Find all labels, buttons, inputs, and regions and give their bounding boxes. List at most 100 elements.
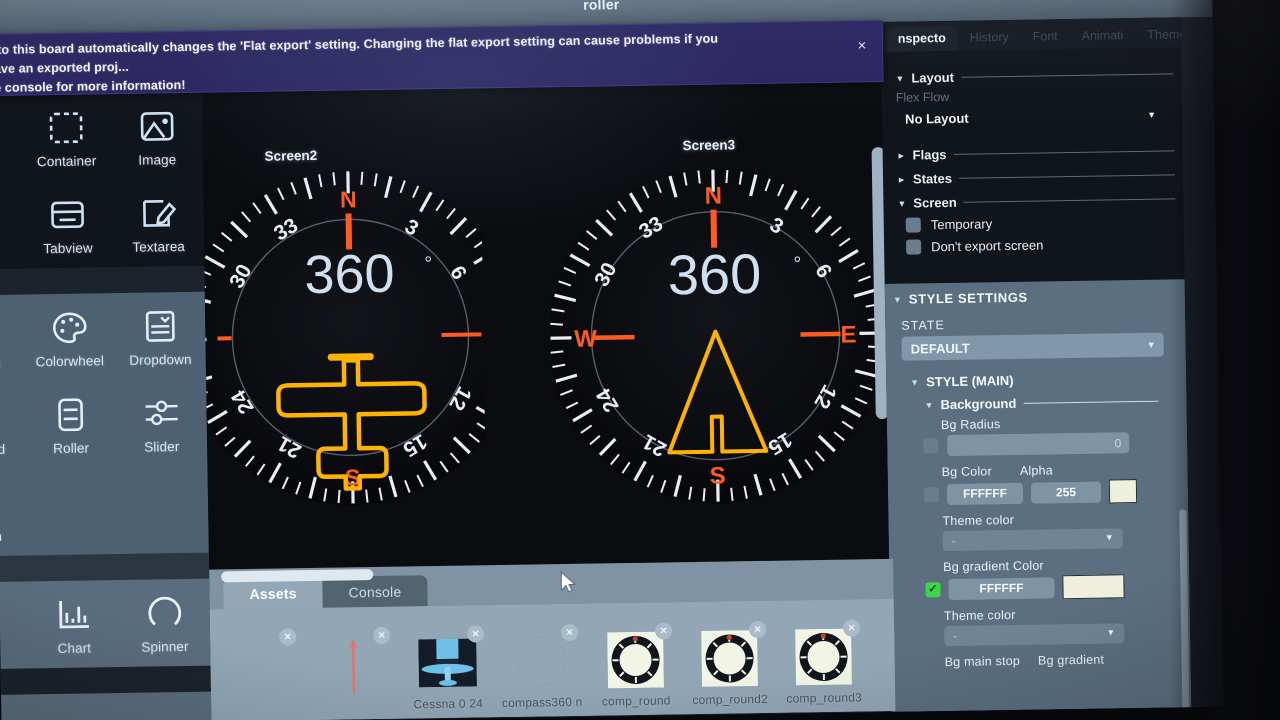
palette-item-keyboard[interactable]: eyboard bbox=[0, 382, 26, 470]
temporary-checkbox[interactable] bbox=[905, 217, 921, 233]
bg-gradient-color-input[interactable]: FFFFFF bbox=[948, 576, 1055, 600]
remove-asset-icon[interactable]: × bbox=[842, 619, 861, 637]
theme-color-select-2[interactable]: - ▼ bbox=[944, 623, 1125, 647]
palette-item-arc[interactable] bbox=[0, 581, 29, 669]
palette-item-chart[interactable]: Chart bbox=[28, 580, 120, 668]
monitor-photo: roller Screen2 3 6 12 15 21 24 30 33 N E… bbox=[0, 0, 1280, 720]
switch-icon bbox=[0, 481, 4, 526]
list-item[interactable]: × Cessna 0 24 bbox=[404, 619, 492, 718]
bottom-dock[interactable]: Assets Console × × × Cessna 0 24 × compa… bbox=[209, 558, 896, 720]
inspector-panel[interactable]: nspecto History Font Animati Themes ▼ La… bbox=[880, 17, 1192, 712]
gauge-screen2[interactable]: 3 6 12 15 21 24 30 33 N E S 360 ° bbox=[202, 165, 498, 515]
section-style-main[interactable]: ▼ STYLE (MAIN) bbox=[910, 370, 1176, 389]
image-icon bbox=[140, 111, 174, 141]
section-title: STYLE SETTINGS bbox=[908, 289, 1028, 307]
tab-font[interactable]: Font bbox=[1021, 24, 1068, 50]
remove-asset-icon[interactable]: × bbox=[654, 622, 673, 640]
inspector-tabbar[interactable]: nspecto History Font Animati Themes bbox=[880, 17, 1191, 53]
state-value: DEFAULT bbox=[910, 340, 970, 357]
close-icon[interactable]: × bbox=[854, 37, 870, 54]
remove-asset-icon[interactable]: × bbox=[560, 623, 579, 642]
palette-item-button[interactable]: utton bbox=[0, 95, 22, 183]
style-settings-panel[interactable]: ▼ STYLE SETTINGS STATE DEFAULT ▼ ▼ STYLE… bbox=[884, 279, 1192, 712]
palette-item-colorwheel[interactable]: Colorwheel bbox=[23, 293, 115, 381]
remove-asset-icon[interactable]: × bbox=[373, 626, 391, 645]
tab-themes[interactable]: Themes bbox=[1136, 22, 1191, 48]
bg-color-swatch[interactable] bbox=[1108, 479, 1138, 504]
alpha-input[interactable]: 255 bbox=[1030, 481, 1102, 504]
dont-export-checkbox[interactable] bbox=[906, 239, 922, 255]
section-states[interactable]: ► States bbox=[897, 167, 1176, 187]
temporary-row[interactable]: Temporary bbox=[905, 213, 1176, 233]
list-item[interactable]: × comp_round bbox=[592, 616, 680, 715]
assets-list[interactable]: × × × Cessna 0 24 × compass360 n × comp_… bbox=[209, 598, 896, 720]
bg-color-checkbox[interactable] bbox=[923, 486, 940, 502]
palette-item-textarea[interactable]: Textarea bbox=[112, 179, 204, 267]
palette-label: Switch bbox=[0, 528, 3, 545]
tab-history[interactable]: History bbox=[959, 25, 1020, 51]
palette-item-spinner[interactable]: Spinner bbox=[119, 579, 211, 667]
list-item[interactable]: × comp_round3 bbox=[780, 613, 868, 712]
state-select[interactable]: DEFAULT ▼ bbox=[901, 332, 1164, 361]
palette-label: Roller bbox=[53, 440, 90, 457]
remove-asset-icon[interactable]: × bbox=[748, 620, 767, 639]
palette-item-screen[interactable] bbox=[0, 694, 31, 720]
section-title: STYLE (MAIN) bbox=[926, 372, 1014, 390]
remove-asset-icon[interactable]: × bbox=[467, 625, 485, 643]
section-style-settings[interactable]: ▼ STYLE SETTINGS bbox=[893, 287, 1175, 307]
editor-canvas[interactable]: Screen2 3 6 12 15 21 24 30 33 N E S 360 … bbox=[201, 80, 894, 570]
section-layout[interactable]: ▼ Layout bbox=[895, 66, 1174, 86]
section-background[interactable]: ▼ Background bbox=[924, 394, 1159, 413]
inspector-scrollbar[interactable] bbox=[1179, 509, 1190, 712]
divider bbox=[1023, 400, 1159, 404]
cardinal-w: W bbox=[574, 326, 597, 353]
list-item[interactable]: × compass360 n bbox=[498, 618, 586, 717]
warning-banner[interactable]: g to this board automatically changes th… bbox=[0, 19, 884, 97]
palette-item-checkbox[interactable]: eckbox bbox=[0, 295, 25, 383]
tab-inspector[interactable]: nspecto bbox=[886, 25, 957, 52]
palette-group-2: eckbox Colorwheel bbox=[0, 291, 210, 583]
palette-item-image[interactable]: Image bbox=[111, 92, 203, 180]
roller-icon bbox=[58, 398, 84, 432]
palette-label: Container bbox=[36, 153, 97, 170]
palette-label: Tabview bbox=[43, 240, 93, 257]
list-item[interactable]: × comp_round2 bbox=[686, 615, 774, 714]
palette-item-tabview[interactable]: Tabview bbox=[22, 180, 114, 268]
section-title: Screen bbox=[913, 194, 957, 211]
bg-radius-label: Bg Radius bbox=[940, 417, 1001, 433]
remove-asset-icon[interactable]: × bbox=[279, 628, 297, 646]
bg-radius-checkbox[interactable] bbox=[923, 438, 939, 454]
bg-gradient-color-label: Bg gradient Color bbox=[943, 558, 1044, 575]
palette-item-slider[interactable]: Slider bbox=[115, 379, 207, 467]
flex-flow-select[interactable]: No Layout ▼ bbox=[896, 104, 1164, 130]
palette-label: Chart bbox=[57, 640, 92, 657]
section-title: Background bbox=[940, 395, 1017, 413]
tab-animation[interactable]: Animati bbox=[1070, 23, 1134, 49]
container-icon bbox=[49, 112, 83, 144]
bg-gradient-swatch[interactable] bbox=[1062, 574, 1125, 600]
gauge-screen3[interactable]: 3 6 12 15 21 24 30 33 N E S W 360 ° bbox=[547, 151, 884, 521]
theme-color-value-2: - bbox=[953, 628, 958, 643]
bg-radius-input[interactable]: 0 bbox=[947, 432, 1130, 457]
dont-export-row[interactable]: Don't export screen bbox=[906, 235, 1176, 255]
cardinal-n: N bbox=[704, 183, 722, 210]
list-item[interactable]: × bbox=[310, 621, 398, 720]
theme-color-label-2: Theme color bbox=[943, 607, 1016, 624]
palette-item-roller[interactable]: Roller bbox=[25, 380, 117, 468]
theme-color-select[interactable]: - ▼ bbox=[942, 528, 1123, 552]
list-item[interactable]: × bbox=[216, 622, 304, 720]
palette-item-panel[interactable]: anel bbox=[0, 182, 23, 270]
palette-item-dropdown[interactable]: Dropdown bbox=[114, 292, 206, 380]
textarea-icon bbox=[142, 200, 176, 227]
dont-export-label: Don't export screen bbox=[930, 237, 1044, 255]
section-title: Flags bbox=[912, 146, 947, 163]
palette-group-1: utton Container Image ane bbox=[0, 92, 204, 270]
palette-item-switch[interactable]: Switch bbox=[0, 468, 28, 556]
widget-palette[interactable]: utton Container Image ane bbox=[0, 91, 212, 720]
chevron-down-icon: ▼ bbox=[897, 198, 907, 209]
section-flags[interactable]: ► Flags bbox=[897, 143, 1175, 163]
bg-gradient-checkbox[interactable]: ✓ bbox=[925, 581, 941, 597]
section-screen[interactable]: ▼ Screen bbox=[897, 191, 1176, 211]
bg-color-input[interactable]: FFFFFF bbox=[946, 482, 1024, 505]
palette-item-container[interactable]: Container bbox=[20, 93, 112, 181]
